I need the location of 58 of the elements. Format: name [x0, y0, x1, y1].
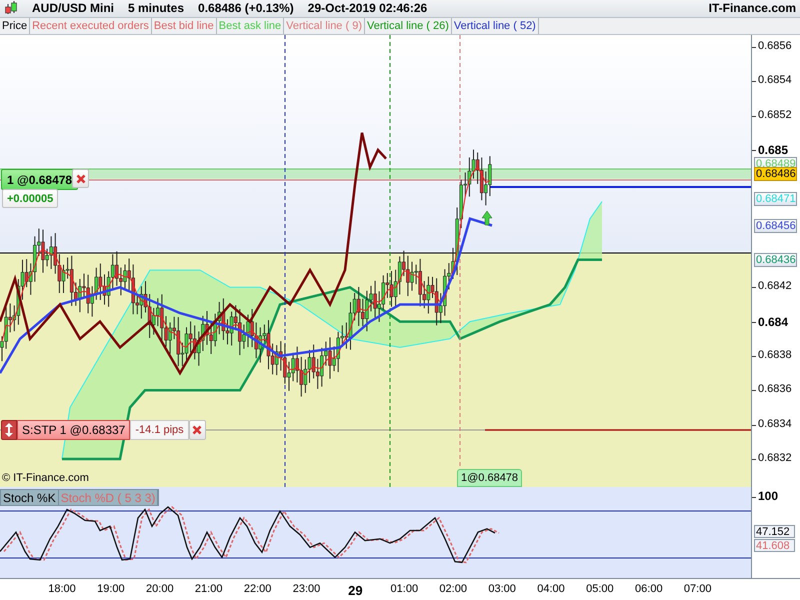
time-tick-label: 05:00: [586, 583, 614, 595]
price-line-tag: 0.68436: [754, 253, 797, 267]
time-tick-label: 29: [348, 583, 363, 598]
legend-item[interactable]: Vertical line ( 52): [452, 18, 539, 34]
legend-item[interactable]: Recent executed orders: [30, 18, 152, 34]
price-line-tag: 0.68456: [754, 219, 797, 233]
cancel-order-button[interactable]: [188, 420, 206, 440]
candlestick-icon: [4, 1, 18, 16]
time-tick-label: 01:00: [390, 583, 418, 595]
price-tick-label: 0.6856: [758, 40, 792, 52]
legend-item[interactable]: Price: [0, 18, 30, 34]
instrument-name: AUD/USD Mini: [32, 1, 114, 16]
price-tick-label: 0.6838: [758, 348, 792, 361]
timeframe: 5 minutes: [128, 1, 184, 16]
time-tick-label: 23:00: [292, 583, 320, 595]
position-gain: +0.00005: [2, 189, 58, 208]
fill-marker: 1@0.68478: [457, 469, 522, 487]
price-line-tag: 0.68471: [754, 192, 797, 206]
stop-distance: -14.1 pips: [130, 420, 189, 440]
price-tick-label: 0.6832: [758, 452, 792, 464]
price-tick-label: 0.6852: [758, 108, 792, 121]
time-tick-label: 07:00: [684, 583, 712, 595]
legend-item[interactable]: Best ask line: [216, 18, 284, 34]
drag-handle[interactable]: [1, 420, 17, 440]
price-tick-label: 0.6836: [758, 383, 792, 396]
close-position-button[interactable]: [72, 169, 89, 188]
up-down-arrow-icon: [5, 423, 13, 437]
price-tick-label: 0.6842: [758, 280, 792, 292]
time-tick-label: 04:00: [537, 583, 565, 595]
indicator-value-tag: 41.608: [754, 539, 795, 552]
price-tick-label: 0.6834: [758, 418, 792, 430]
time-tick-label: 02:00: [439, 583, 467, 595]
brand-name: IT-Finance.com: [708, 1, 796, 16]
price-tick-label: 0.6854: [758, 74, 792, 86]
time-tick-label: 21:00: [194, 583, 222, 595]
legend-item[interactable]: Best bid line: [152, 18, 217, 34]
up-arrow-icon: [482, 210, 492, 226]
legend-item[interactable]: Stoch %K: [1, 490, 59, 505]
time-tick-label: 19:00: [97, 583, 125, 595]
current-price-tag: 0.68486: [754, 167, 797, 181]
close-icon: [76, 174, 86, 184]
stochastic-axis-label: 100: [758, 489, 778, 503]
indicator-value-tag: 47.152: [754, 525, 795, 538]
quote-price: 0.68486 (+0.13%): [198, 1, 294, 16]
legend-item[interactable]: Vertical line ( 9): [284, 18, 365, 34]
date-time: 29-Oct-2019 02:46:26: [308, 1, 428, 16]
time-tick-label: 06:00: [635, 583, 663, 595]
legend-item[interactable]: Vertical line ( 26): [364, 18, 452, 34]
position-tag[interactable]: 1 @0.68478: [1, 169, 78, 190]
stop-order-tag[interactable]: S:STP 1 @0.68337: [17, 420, 130, 440]
time-tick-label: 22:00: [244, 583, 272, 595]
time-tick-label: 03:00: [488, 583, 516, 595]
time-tick-label: 18:00: [48, 583, 76, 595]
price-tick-label: 0.685: [758, 142, 788, 157]
close-icon: [192, 425, 202, 435]
copyright-text: © IT-Finance.com: [2, 472, 89, 484]
time-tick-label: 20:00: [146, 583, 174, 595]
price-tick-label: 0.684: [758, 314, 788, 329]
